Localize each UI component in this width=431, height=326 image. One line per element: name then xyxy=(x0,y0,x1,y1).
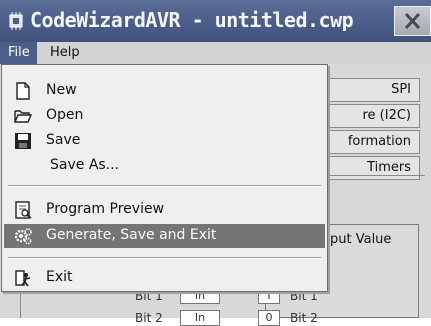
bit2-left-label: Bit 2 xyxy=(135,311,163,325)
menu-file-label: File xyxy=(8,45,30,60)
menu-help-label: Help xyxy=(50,45,80,60)
menu-item-save-label: Save xyxy=(46,132,81,148)
bit2-direction-select[interactable]: In xyxy=(180,310,220,326)
exit-icon xyxy=(15,270,31,287)
program-preview-icon xyxy=(15,201,32,219)
bit2-right-label: Bit 2 xyxy=(290,311,318,325)
tab-i2c-label: re (I2C) xyxy=(362,108,411,123)
window-title: CodeWizardAVR - untitled.cwp xyxy=(30,8,354,32)
gears-icon xyxy=(14,228,32,245)
menu-separator xyxy=(8,185,321,187)
menu-item-open-label: Open xyxy=(46,107,84,123)
menu-item-new-label: New xyxy=(46,82,77,98)
input-value-label: put Value xyxy=(330,232,392,247)
menu-separator xyxy=(8,257,321,259)
menu-item-exit-label: Exit xyxy=(46,269,73,285)
menu-item-generate-save-exit-label: Generate, Save and Exit xyxy=(46,227,217,243)
menu-item-exit[interactable]: Exit xyxy=(4,266,325,290)
open-folder-icon xyxy=(14,110,32,123)
title-bar[interactable]: CodeWizardAVR - untitled.cwp xyxy=(0,0,431,42)
new-file-icon xyxy=(16,82,30,100)
menu-item-new[interactable]: New xyxy=(4,79,325,103)
menu-item-open[interactable]: Open xyxy=(4,104,325,128)
close-icon xyxy=(404,12,421,30)
file-menu-dropdown: New Open Save Save As... Program Preview… xyxy=(1,64,328,292)
menu-item-save-as-label: Save As... xyxy=(50,157,120,173)
menu-item-program-preview[interactable]: Program Preview xyxy=(4,198,325,222)
tab-information-label: formation xyxy=(347,134,411,149)
menu-bar: File Help xyxy=(0,42,431,64)
menu-item-save[interactable]: Save xyxy=(4,129,325,153)
menu-file[interactable]: File xyxy=(0,42,37,64)
save-disk-icon xyxy=(15,133,31,149)
bit2-value-select[interactable]: 0 xyxy=(258,310,280,326)
menu-item-generate-save-exit[interactable]: Generate, Save and Exit xyxy=(4,224,325,248)
application-window: CodeWizardAVR - untitled.cwp File Help S… xyxy=(0,0,431,326)
menu-item-program-preview-label: Program Preview xyxy=(46,201,165,217)
menu-help[interactable]: Help xyxy=(42,42,86,64)
tab-timers-label: Timers xyxy=(367,160,411,175)
tab-spi-label: SPI xyxy=(391,82,411,97)
app-chip-icon xyxy=(9,12,23,30)
menu-item-save-as[interactable]: Save As... xyxy=(4,154,325,178)
close-button[interactable] xyxy=(394,6,431,36)
